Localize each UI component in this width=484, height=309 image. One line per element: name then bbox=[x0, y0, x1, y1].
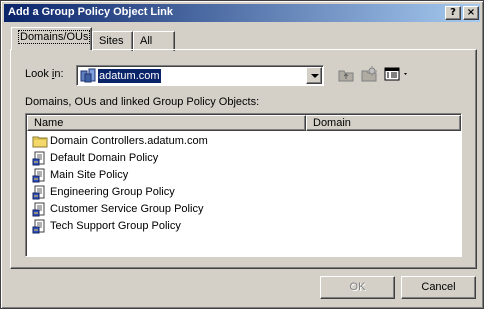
folder-icon bbox=[32, 136, 48, 148]
view-menu-icon[interactable] bbox=[384, 67, 410, 82]
window-title: Add a Group Policy Object Link bbox=[8, 6, 174, 18]
look-in-label: Look in: bbox=[25, 68, 64, 80]
gpo-scroll-icon bbox=[32, 151, 45, 166]
up-one-level-icon[interactable] bbox=[338, 67, 354, 82]
new-ou-icon[interactable] bbox=[360, 66, 378, 83]
gpo-scroll-icon bbox=[32, 168, 45, 183]
list-item-label: Tech Support Group Policy bbox=[50, 220, 181, 232]
ok-button[interactable]: OK bbox=[320, 276, 395, 299]
dropdown-arrow-icon[interactable] bbox=[306, 67, 322, 84]
tab-all[interactable]: All bbox=[133, 31, 175, 51]
look-in-combobox[interactable]: adatum.com bbox=[76, 65, 324, 86]
domain-icon bbox=[80, 68, 96, 83]
list-item-label: Default Domain Policy bbox=[50, 152, 159, 164]
list-item-label: Customer Service Group Policy bbox=[50, 203, 204, 215]
gpo-scroll-icon bbox=[32, 219, 45, 234]
close-button[interactable]: × bbox=[463, 6, 479, 20]
help-button[interactable]: ? bbox=[445, 6, 461, 20]
tab-label: Domains/OUs bbox=[18, 30, 91, 44]
tab-sites[interactable]: Sites bbox=[92, 31, 133, 51]
column-header-name[interactable]: Name bbox=[27, 115, 306, 131]
gpo-scroll-icon bbox=[32, 185, 45, 200]
column-header-domain[interactable]: Domain bbox=[306, 115, 461, 131]
list-item-label: Domain Controllers.adatum.com bbox=[50, 135, 208, 147]
tab-domains-ous[interactable]: Domains/OUs bbox=[11, 27, 92, 50]
tab-label: All bbox=[140, 35, 153, 47]
dialog-window: Add a Group Policy Object Link ? × Domai… bbox=[0, 0, 484, 309]
cancel-button[interactable]: Cancel bbox=[401, 276, 476, 299]
gpo-list-view[interactable]: Name Domain Domain Controllers.adatum.co… bbox=[25, 113, 462, 257]
title-bar[interactable]: Add a Group Policy Object Link ? × bbox=[4, 4, 480, 22]
gpo-scroll-icon bbox=[32, 202, 45, 217]
list-item-label: Engineering Group Policy bbox=[50, 186, 175, 198]
list-caption: Domains, OUs and linked Group Policy Obj… bbox=[25, 96, 260, 108]
tab-label: Sites bbox=[99, 35, 124, 47]
look-in-value: adatum.com bbox=[98, 69, 161, 83]
list-item-label: Main Site Policy bbox=[50, 169, 129, 181]
